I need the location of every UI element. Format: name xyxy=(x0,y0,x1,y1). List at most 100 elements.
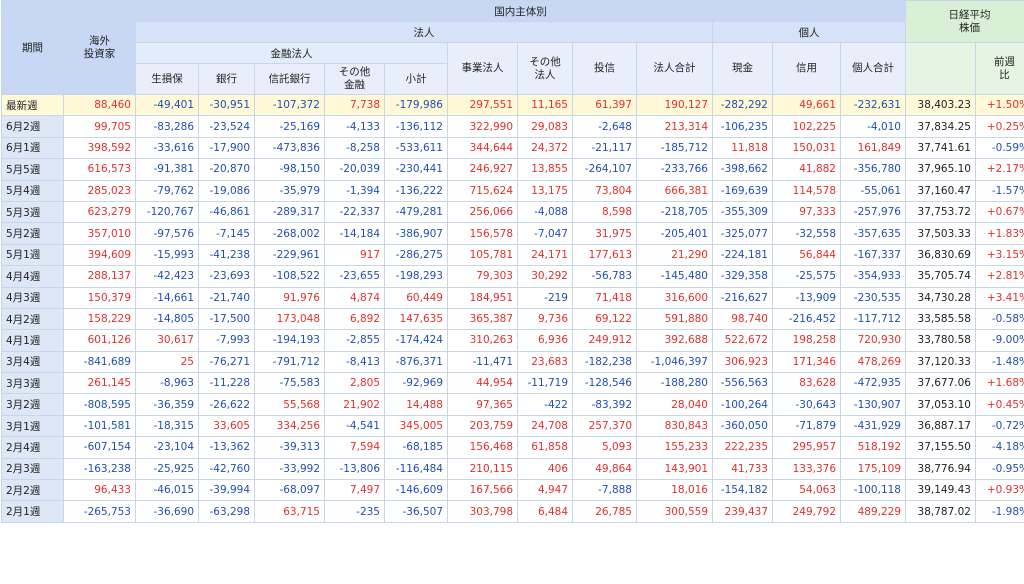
week-change-cell: -9.00% xyxy=(975,329,1024,352)
table-cell: 44,954 xyxy=(447,372,518,395)
row-period-label: 6月1週 xyxy=(1,136,64,160)
table-cell: -185,712 xyxy=(636,136,713,160)
table-cell: -33,992 xyxy=(254,457,325,481)
table-cell: -23,524 xyxy=(198,115,255,138)
table-cell: 18,016 xyxy=(636,479,713,502)
table-cell: -116,484 xyxy=(384,457,448,481)
table-cell: 394,609 xyxy=(63,243,136,267)
row-period-label: 5月5週 xyxy=(1,158,64,181)
table-row: 最新週 88,460 -49,401 -30,951 -107,372 7,738 -179… xyxy=(1,93,1024,117)
table-cell: -76,271 xyxy=(198,350,255,374)
week-change-cell: -0.72% xyxy=(975,414,1024,438)
table-cell: -18,315 xyxy=(135,414,199,438)
table-cell: 518,192 xyxy=(840,436,906,459)
table-cell: 91,976 xyxy=(254,286,325,309)
table-cell: -22,337 xyxy=(324,200,385,224)
table-cell: -100,264 xyxy=(712,393,773,416)
table-cell: 392,688 xyxy=(636,329,713,352)
table-cell: 261,145 xyxy=(63,372,136,395)
table-cell: 30,617 xyxy=(135,329,199,352)
table-cell: 21,290 xyxy=(636,243,713,267)
row-period-label: 最新週 xyxy=(1,93,64,117)
table-cell: 83,628 xyxy=(772,372,841,395)
nikkei-price-cell: 38,403.23 xyxy=(905,93,976,117)
table-cell: 222,235 xyxy=(712,436,773,459)
table-cell: -8,413 xyxy=(324,350,385,374)
table-cell: -4,010 xyxy=(840,115,906,138)
table-cell: -11,719 xyxy=(517,372,573,395)
table-cell: -23,655 xyxy=(324,265,385,288)
table-row: 5月4週 285,023 -79,762 -19,086 -35,979 -1,394 -1… xyxy=(1,179,1024,202)
row-period-label: 2月1週 xyxy=(1,500,64,523)
table-cell: -42,760 xyxy=(198,457,255,481)
table-cell: 31,975 xyxy=(572,222,637,245)
table-cell: -230,535 xyxy=(840,286,906,309)
table-cell: 25 xyxy=(135,350,199,374)
col-cash: 現金 xyxy=(712,42,773,95)
row-period-label: 4月2週 xyxy=(1,307,64,331)
table-cell: 41,733 xyxy=(712,457,773,481)
week-change-cell: -1.57% xyxy=(975,179,1024,202)
nikkei-price-cell: 37,155.50 xyxy=(905,436,976,459)
table-cell: 150,379 xyxy=(63,286,136,309)
row-period-label: 6月2週 xyxy=(1,115,64,138)
row-period-label: 2月2週 xyxy=(1,479,64,502)
table-cell: -11,228 xyxy=(198,372,255,395)
table-cell: -56,783 xyxy=(572,265,637,288)
table-cell: -556,563 xyxy=(712,372,773,395)
table-cell: -841,689 xyxy=(63,350,136,374)
table-cell: 61,858 xyxy=(517,436,573,459)
nikkei-header: 日経平均 株価 xyxy=(905,0,1024,43)
table-cell: 26,785 xyxy=(572,500,637,523)
table-cell: 344,644 xyxy=(447,136,518,160)
week-change-cell: +1.68% xyxy=(975,372,1024,395)
table-cell: -36,690 xyxy=(135,500,199,523)
nikkei-price-cell: 37,053.10 xyxy=(905,393,976,416)
nikkei-price-cell: 33,780.58 xyxy=(905,329,976,352)
table-row: 5月2週 357,010 -97,576 -7,145 -268,002 -14,184-… xyxy=(1,222,1024,245)
table-row: 3月3週 261,145 -8,963 -11,228 -75,583 2,805 -92,… xyxy=(1,372,1024,395)
week-change-cell: +1.50% xyxy=(975,93,1024,117)
table-cell: -33,616 xyxy=(135,136,199,160)
table-cell: 357,010 xyxy=(63,222,136,245)
table-cell: -79,762 xyxy=(135,179,199,202)
table-cell: -194,193 xyxy=(254,329,325,352)
table-row: 6月2週 99,705 -83,286 -23,524 -25,169 -4,133 -13… xyxy=(1,115,1024,138)
table-cell: -386,907 xyxy=(384,222,448,245)
table-cell: -265,753 xyxy=(63,500,136,523)
table-cell: 6,892 xyxy=(324,307,385,331)
table-cell: 24,171 xyxy=(517,243,573,267)
table-cell: -1,046,397 xyxy=(636,350,713,374)
table-cell: -8,258 xyxy=(324,136,385,160)
table-cell: 601,126 xyxy=(63,329,136,352)
table-row: 3月2週 -808,595 -36,359 -26,622 55,568 21,902 14… xyxy=(1,393,1024,416)
row-period-label: 3月3週 xyxy=(1,372,64,395)
row-period-label: 4月4週 xyxy=(1,265,64,288)
table-cell: 7,594 xyxy=(324,436,385,459)
table-cell: 288,137 xyxy=(63,265,136,288)
table-cell: 830,843 xyxy=(636,414,713,438)
table-cell: 4,874 xyxy=(324,286,385,309)
table-cell: -136,222 xyxy=(384,179,448,202)
table-cell: -92,969 xyxy=(384,372,448,395)
table-cell: 591,880 xyxy=(636,307,713,331)
table-cell: -2,855 xyxy=(324,329,385,352)
table-cell: -117,712 xyxy=(840,307,906,331)
table-cell: -398,662 xyxy=(712,158,773,181)
nikkei-price-cell: 37,160.47 xyxy=(905,179,976,202)
table-cell: 6,936 xyxy=(517,329,573,352)
table-cell: -83,392 xyxy=(572,393,637,416)
table-cell: -167,337 xyxy=(840,243,906,267)
table-cell: -224,181 xyxy=(712,243,773,267)
table-cell: -30,643 xyxy=(772,393,841,416)
week-change-cell: -0.59% xyxy=(975,136,1024,160)
table-cell: 13,855 xyxy=(517,158,573,181)
table-cell: -23,104 xyxy=(135,436,199,459)
row-period-label: 2月3週 xyxy=(1,457,64,481)
table-cell: -20,870 xyxy=(198,158,255,181)
nikkei-price-cell: 37,120.33 xyxy=(905,350,976,374)
table-cell: -360,050 xyxy=(712,414,773,438)
col-investment-trust: 投信 xyxy=(572,42,637,95)
table-cell: -146,609 xyxy=(384,479,448,502)
table-cell: 345,005 xyxy=(384,414,448,438)
